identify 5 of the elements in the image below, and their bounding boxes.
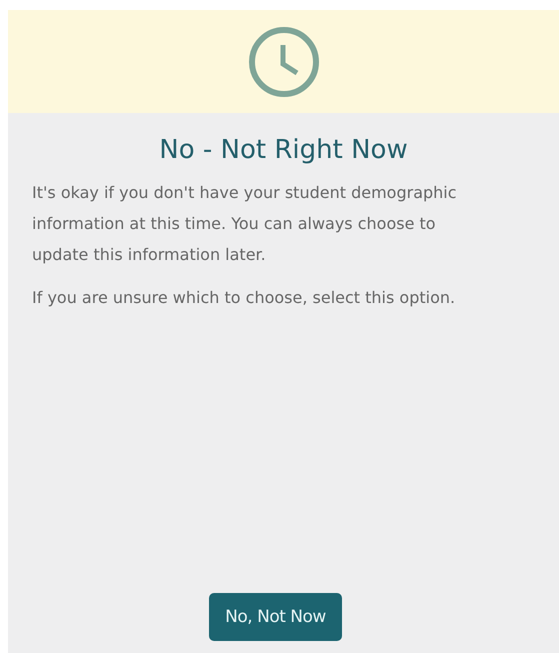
clock-icon — [248, 26, 320, 98]
card-title: No - Not Right Now — [158, 135, 409, 165]
description-text: It's okay if you don't have your student demographic information at this time. You can always choose to update this information later. — [32, 182, 458, 266]
no-not-now-button[interactable]: No, Not Now — [209, 593, 342, 641]
description-text: If you are unsure which to choose, select this option. — [32, 287, 456, 309]
